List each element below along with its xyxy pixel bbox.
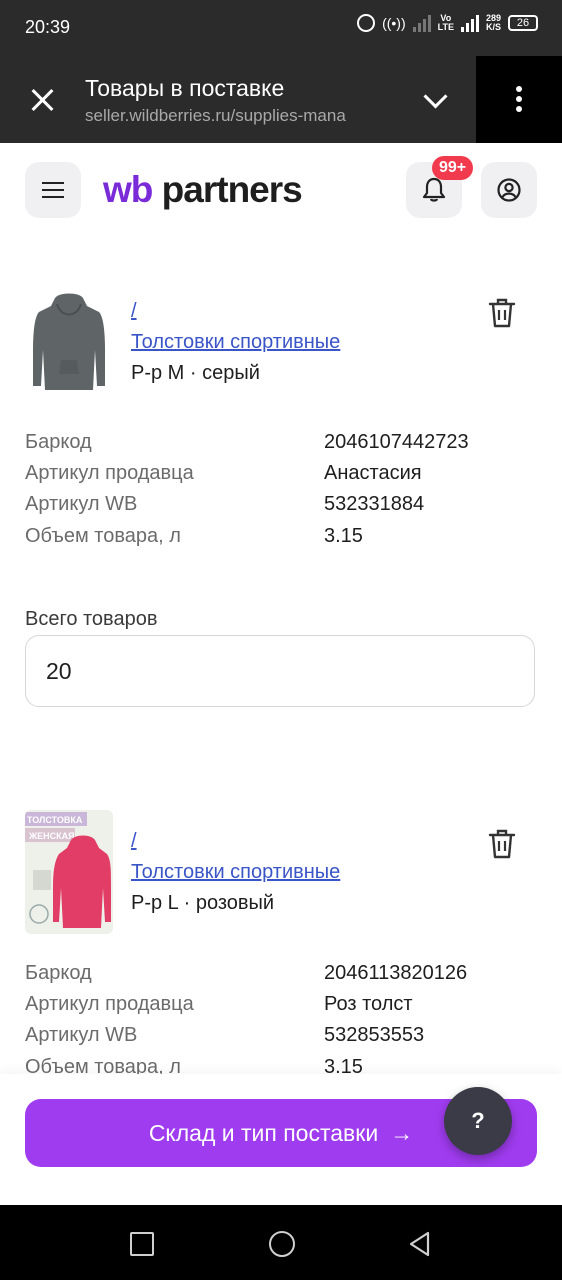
menu-button[interactable] xyxy=(25,162,81,218)
spec-seller-article: Артикул продавца Роз толст xyxy=(25,993,413,1015)
arrow-right-icon: → xyxy=(390,1119,414,1146)
recents-icon[interactable] xyxy=(130,1232,154,1256)
product-variant: Р-р M · серый xyxy=(131,362,260,384)
trash-icon[interactable] xyxy=(488,829,518,861)
product-variant: Р-р L · розовый xyxy=(131,892,275,914)
spec-barcode: Баркод 2046113820126 xyxy=(25,962,468,984)
profile-button[interactable] xyxy=(481,162,537,218)
spec-wb-article: Артикул WB 532853553 xyxy=(25,1024,425,1046)
product-category-link[interactable]: Толстовки спортивные xyxy=(131,331,340,354)
status-time: 20:39 xyxy=(25,17,71,37)
trash-icon[interactable] xyxy=(488,298,518,330)
product-thumbnail[interactable] xyxy=(25,290,113,414)
cta-label: Склад и тип поставки xyxy=(148,1119,379,1146)
spec-barcode: Баркод 2046107442723 xyxy=(25,431,469,453)
user-icon xyxy=(497,178,521,202)
svg-text:ЖЕНСКАЯ: ЖЕНСКАЯ xyxy=(28,831,75,841)
help-button[interactable]: ? xyxy=(444,1087,512,1155)
browser-url[interactable]: seller.wildberries.ru/supplies-mana xyxy=(85,106,390,126)
product-category-link[interactable]: Толстовки спортивные xyxy=(131,861,340,884)
browser-title: Товары в поставке xyxy=(85,75,285,101)
signal-sim2-icon xyxy=(460,14,479,32)
battery-icon: 26 xyxy=(508,15,538,31)
system-nav-bar xyxy=(0,1205,562,1280)
qty-input[interactable]: 20 xyxy=(25,635,535,707)
alarm-icon xyxy=(357,14,376,32)
spec-wb-article: Артикул WB 532331884 xyxy=(25,493,425,515)
hotspot-icon: ((•)) xyxy=(382,15,406,31)
spec-volume: Объем товара, л 3.15 xyxy=(25,525,363,547)
home-icon[interactable] xyxy=(269,1231,295,1257)
product-link[interactable]: / xyxy=(131,830,137,853)
app-header: wb partners 99+ xyxy=(0,143,562,238)
volte-icon: Vo LTE xyxy=(437,13,454,32)
product-link[interactable]: / xyxy=(131,300,137,323)
status-icons: ((•)) Vo LTE 289 K/S 26 xyxy=(357,14,538,32)
close-icon[interactable] xyxy=(28,86,56,114)
spec-seller-article: Артикул продавца Анастасия xyxy=(25,462,422,484)
bell-icon xyxy=(422,177,446,202)
signal-sim1-icon xyxy=(412,14,431,32)
browser-chrome: 20:39 ((•)) Vo LTE 289 K/S 26 Товары в пос… xyxy=(0,0,562,143)
notification-badge: 99+ xyxy=(432,156,474,180)
product-thumbnail[interactable]: ТОЛСТОВКА ЖЕНСКАЯ xyxy=(25,810,113,934)
chevron-down-icon[interactable] xyxy=(422,88,448,114)
wb-partners-logo[interactable]: wb partners xyxy=(103,169,303,211)
status-bar: 20:39 ((•)) Vo LTE 289 K/S 26 xyxy=(0,0,562,56)
qty-label: Всего товаров xyxy=(25,608,158,630)
net-speed: 289 K/S xyxy=(485,13,501,32)
svg-text:ТОЛСТОВКА: ТОЛСТОВКА xyxy=(27,815,83,825)
back-icon[interactable] xyxy=(408,1231,432,1257)
more-options-icon[interactable] xyxy=(514,86,524,116)
